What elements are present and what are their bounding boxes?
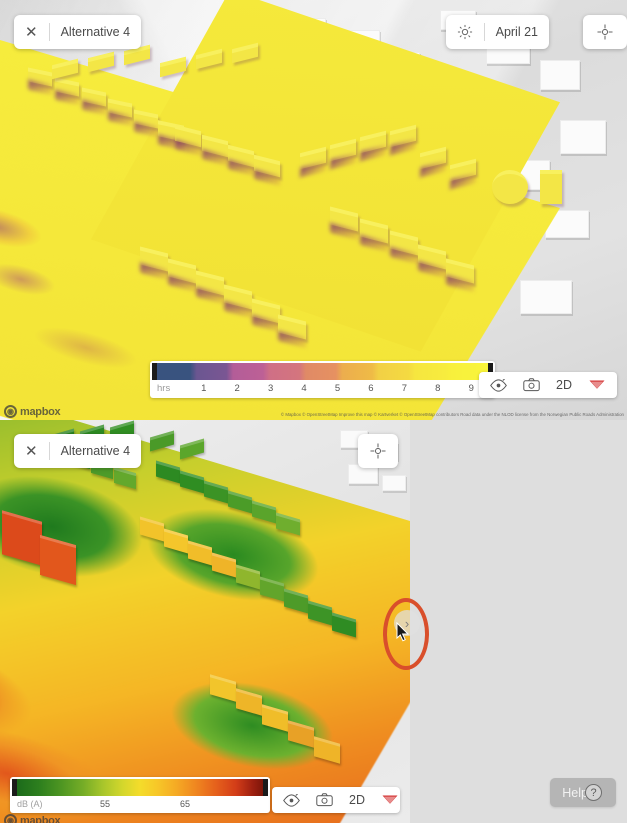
noise-map-panel[interactable]: ✕ Alternative 4 dB (A) 55 65 2D ◉ mapbox… — [0, 420, 627, 823]
tick: 8 — [435, 382, 441, 394]
question-mark-icon[interactable]: ? — [585, 784, 602, 801]
mapbox-logo[interactable]: ◉ mapbox — [4, 814, 61, 823]
solar-map-panel[interactable]: ✕ Alternative 4 April 21 hrs 1 2 3 4 5 6… — [0, 0, 627, 420]
recenter-button[interactable] — [358, 434, 398, 468]
noise-legend-unit: dB (A) — [17, 798, 43, 809]
noise-legend-gradient — [12, 779, 268, 796]
noise-map-canvas[interactable]: ✕ Alternative 4 dB (A) 55 65 2D ◉ mapbox — [0, 420, 410, 823]
solar-header-pill[interactable]: ✕ Alternative 4 — [14, 15, 142, 49]
map-attribution[interactable]: © Mapbox © OpenStreetMap Improve this ma… — [281, 412, 624, 417]
solar-legend-unit: hrs — [157, 382, 171, 394]
tick: 6 — [368, 382, 374, 394]
solar-legend-ticks: hrs 1 2 3 4 5 6 7 8 9 — [152, 380, 493, 396]
alternative-label[interactable]: Alternative 4 — [50, 434, 141, 468]
tick: 7 — [401, 382, 407, 394]
tick: 4 — [301, 382, 307, 394]
eye-visibility-icon[interactable] — [276, 793, 307, 807]
mapbox-wordmark: mapbox — [20, 405, 61, 418]
close-button[interactable]: ✕ — [14, 434, 49, 468]
mapbox-mark-icon: ◉ — [4, 814, 17, 823]
recenter-button[interactable] — [583, 15, 627, 49]
eye-visibility-icon[interactable] — [483, 378, 514, 392]
tick: 5 — [334, 382, 341, 394]
sun-date-pill[interactable]: April 21 — [445, 15, 549, 49]
tick: 3 — [267, 382, 274, 394]
camera-snapshot-icon[interactable] — [309, 793, 340, 807]
panel-collapse-toggle[interactable]: › — [394, 610, 420, 636]
tick: 2 — [234, 382, 240, 394]
date-label[interactable]: April 21 — [485, 15, 549, 49]
tick: 55 — [100, 798, 111, 809]
tick: 1 — [201, 382, 207, 394]
close-button[interactable]: ✕ — [14, 15, 49, 49]
target-crosshair-icon — [370, 443, 386, 459]
dimension-toggle[interactable]: 2D — [549, 378, 579, 392]
app-root: ✕ Alternative 4 April 21 hrs 1 2 3 4 5 6… — [0, 0, 627, 823]
help-button[interactable]: Help ? — [550, 778, 616, 807]
dimension-toggle[interactable]: 2D — [342, 793, 372, 807]
sun-icon[interactable] — [446, 15, 484, 49]
solar-legend-gradient — [152, 363, 493, 380]
camera-snapshot-icon[interactable] — [516, 378, 547, 392]
tick: 65 — [180, 798, 191, 809]
mapbox-mark-icon: ◉ — [4, 405, 17, 418]
alternative-label[interactable]: Alternative 4 — [50, 15, 141, 49]
mapbox-wordmark: mapbox — [20, 814, 61, 823]
noise-legend-ticks: dB (A) 55 65 — [12, 796, 268, 811]
mapbox-logo[interactable]: ◉ mapbox — [4, 405, 61, 418]
noise-map-tools[interactable]: 2D — [272, 787, 400, 813]
red-flag-icon[interactable] — [581, 378, 613, 392]
solar-map-tools[interactable]: 2D — [479, 372, 617, 398]
target-crosshair-icon — [597, 24, 613, 40]
red-flag-icon[interactable] — [374, 793, 406, 807]
noise-legend: dB (A) 55 65 — [10, 777, 270, 813]
solar-legend: hrs 1 2 3 4 5 6 7 8 9 — [150, 361, 495, 398]
noise-header-pill[interactable]: ✕ Alternative 4 — [14, 434, 142, 468]
